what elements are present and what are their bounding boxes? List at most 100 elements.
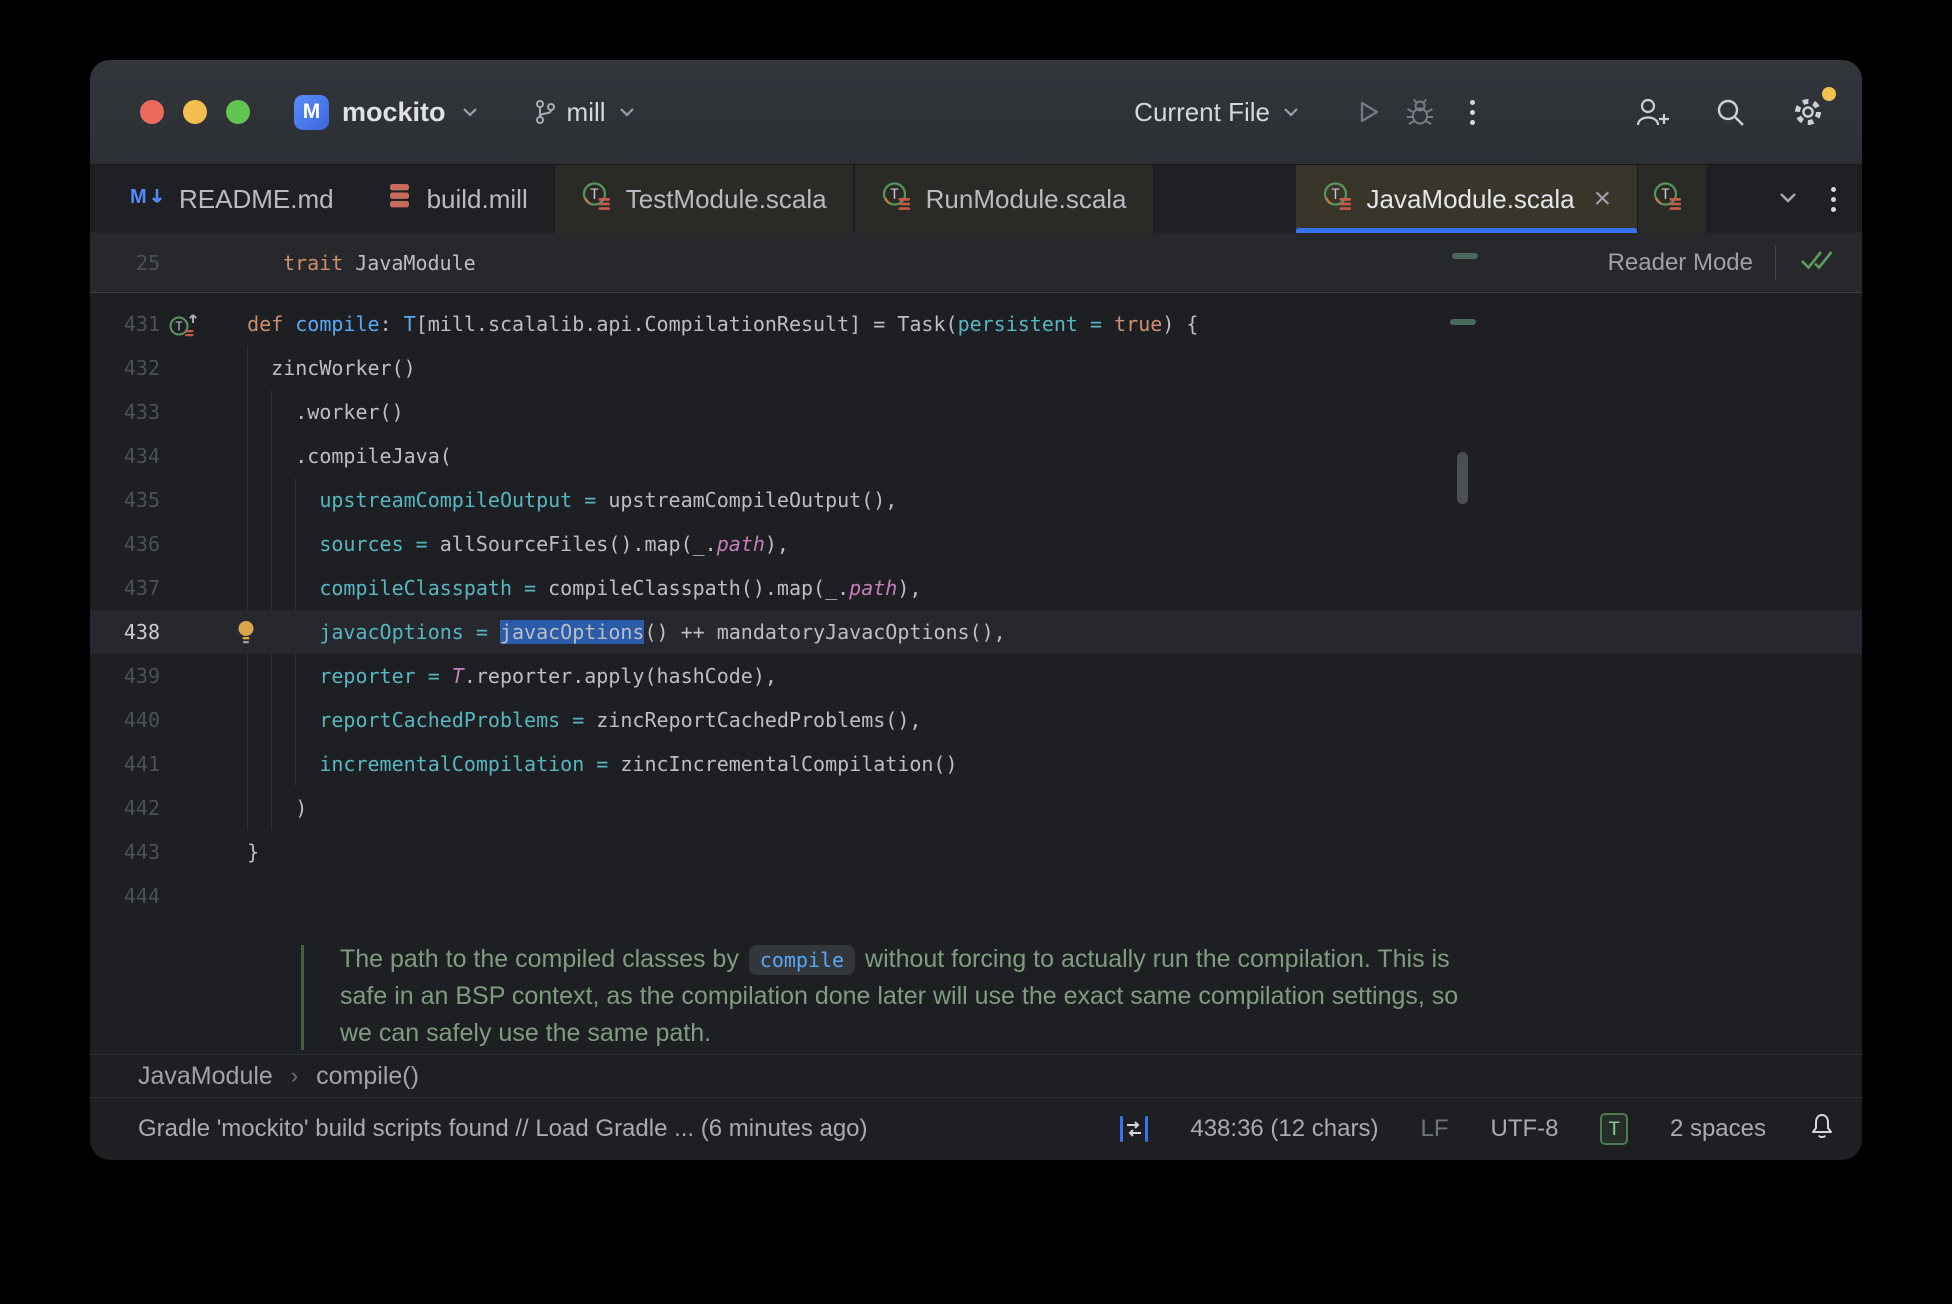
line-number[interactable]: 434 [90, 434, 160, 478]
chevron-down-icon [619, 108, 634, 117]
encoding-widget[interactable]: UTF-8 [1490, 1115, 1558, 1143]
hidden-tabs-button[interactable] [1775, 184, 1801, 215]
code-line[interactable]: 431 T def compile: T[mill.scalalib.api.Co… [90, 302, 1862, 346]
traffic-lights [140, 100, 250, 124]
tab-javamodule-scala[interactable]: T JavaModule.scala × [1295, 165, 1638, 233]
status-message[interactable]: Gradle 'mockito' build scripts found // … [138, 1115, 868, 1143]
line-number[interactable]: 443 [90, 830, 160, 874]
code-line[interactable]: 439 reporter = T.reporter.apply(hashCode… [90, 654, 1862, 698]
line-number[interactable]: 444 [90, 874, 160, 918]
line-number[interactable]: 432 [90, 346, 160, 390]
line-number[interactable]: 441 [90, 742, 160, 786]
code-line[interactable]: 433 .worker() [90, 390, 1862, 434]
code-line[interactable]: 432 zincWorker() [90, 346, 1862, 390]
gutter [160, 874, 223, 918]
zoom-window-button[interactable] [226, 100, 250, 124]
svg-text:T: T [175, 320, 182, 334]
code-token: = [572, 708, 585, 732]
sticky-line-number: 25 [135, 250, 160, 275]
sync-arrows-icon[interactable] [1120, 1116, 1149, 1142]
tab-testmodule-scala[interactable]: T TestModule.scala [553, 165, 854, 233]
code-token: zincReportCachedProblems(), [584, 708, 922, 732]
sticky-header-line[interactable]: 25 trait JavaModule Reader Mode [90, 233, 1862, 293]
ide-window: M mockito mill Current File M README.md … [90, 60, 1862, 1160]
project-widget[interactable]: M mockito [294, 94, 481, 130]
svg-text:T: T [890, 187, 899, 203]
code-line[interactable]: 442 ) [90, 786, 1862, 830]
line-number[interactable]: 436 [90, 522, 160, 566]
line-number[interactable]: 442 [90, 786, 160, 830]
search-everywhere-button[interactable] [1704, 86, 1756, 138]
add-user-icon [1636, 98, 1669, 126]
tab-label: JavaModule.scala [1366, 183, 1575, 214]
vcs-branch-widget[interactable]: mill [533, 97, 638, 128]
type-badge[interactable]: T [1600, 1113, 1628, 1145]
code-line[interactable]: 436 sources = allSourceFiles().map(_.pat… [90, 522, 1862, 566]
tab-partial[interactable]: T [1637, 165, 1707, 233]
bell-icon [1812, 1113, 1832, 1138]
line-ending-widget[interactable]: LF [1420, 1115, 1448, 1143]
debug-button[interactable] [1394, 86, 1446, 138]
breadcrumb-item[interactable]: compile() [316, 1062, 419, 1091]
line-number[interactable]: 439 [90, 654, 160, 698]
code-line[interactable]: 441 incrementalCompilation = zincIncreme… [90, 742, 1862, 786]
settings-button[interactable] [1782, 86, 1836, 138]
project-icon: M [294, 94, 329, 130]
kebab-menu-icon [1831, 186, 1836, 212]
close-window-button[interactable] [140, 100, 164, 124]
code-token: T [451, 664, 464, 688]
scrollbar-thumb[interactable] [1457, 452, 1468, 504]
code-line[interactable]: 438 javacOptions = javacOptions() ++ man… [90, 610, 1862, 654]
run-button[interactable] [1342, 86, 1394, 138]
line-number[interactable]: 437 [90, 566, 160, 610]
tab-label: README.md [179, 183, 334, 214]
close-tab-icon[interactable]: × [1594, 184, 1612, 214]
code-text: javacOptions = javacOptions() ++ mandato… [223, 610, 1006, 654]
code-editor[interactable]: 431 T def compile: T[mill.scalalib.api.Co… [90, 293, 1862, 1054]
line-number[interactable]: 433 [90, 390, 160, 434]
run-configuration-label: Current File [1134, 96, 1270, 127]
minimize-window-button[interactable] [183, 100, 207, 124]
tab-build-mill[interactable]: build.mill [360, 165, 554, 233]
code-token: zincWorker() [223, 356, 416, 380]
code-token: allSourceFiles().map(_. [427, 532, 717, 556]
breadcrumb-item[interactable]: JavaModule [138, 1062, 273, 1091]
doc-text-run: safe in an BSP context, as the compilati… [340, 982, 1459, 1010]
line-number[interactable]: 431 [90, 302, 160, 346]
code-line[interactable]: 440 reportCachedProblems = zincReportCac… [90, 698, 1862, 742]
line-number[interactable]: 440 [90, 698, 160, 742]
caret-position-widget[interactable]: 438:36 (12 chars) [1190, 1115, 1378, 1143]
code-text: .compileJava( [223, 434, 452, 478]
code-token: = [1090, 312, 1103, 336]
error-stripe-mark [1452, 253, 1478, 259]
code-line[interactable]: 434 .compileJava( [90, 434, 1862, 478]
code-token: reportCachedProblems [319, 708, 561, 732]
tab-readme-md[interactable]: M README.md [104, 165, 360, 233]
code-text: incrementalCompilation = zincIncremental… [223, 742, 957, 786]
code-text: upstreamCompileOutput = upstreamCompileO… [223, 478, 897, 522]
line-number[interactable]: 438 [90, 610, 160, 654]
sticky-code: trait JavaModule [283, 251, 476, 275]
code-line[interactable]: 443 } [90, 830, 1862, 874]
code-token: upstreamCompileOutput(), [596, 488, 898, 512]
more-actions-button[interactable] [1446, 86, 1498, 138]
code-token: path [716, 532, 765, 556]
run-configuration-selector[interactable]: Current File [1134, 97, 1302, 128]
code-line[interactable]: 444 [90, 874, 1862, 918]
code-token: javacOptions [319, 620, 464, 644]
notifications-button[interactable] [1808, 1111, 1836, 1148]
indent-widget[interactable]: 2 spaces [1670, 1115, 1766, 1143]
code-with-me-button[interactable] [1626, 86, 1678, 138]
search-icon [1717, 99, 1744, 126]
code-line[interactable]: 435 upstreamCompileOutput = upstreamComp… [90, 478, 1862, 522]
code-text: ) [223, 786, 307, 830]
code-text: reportCachedProblems = zincReportCachedP… [223, 698, 921, 742]
tab-runmodule-scala[interactable]: T RunModule.scala [853, 165, 1154, 233]
tab-options-button[interactable] [1831, 186, 1836, 212]
line-number[interactable]: 435 [90, 478, 160, 522]
reader-mode-toggle-button[interactable] [1798, 247, 1834, 279]
chevron-down-icon [462, 108, 477, 117]
code-line[interactable]: 437 compileClasspath = compileClasspath(… [90, 566, 1862, 610]
